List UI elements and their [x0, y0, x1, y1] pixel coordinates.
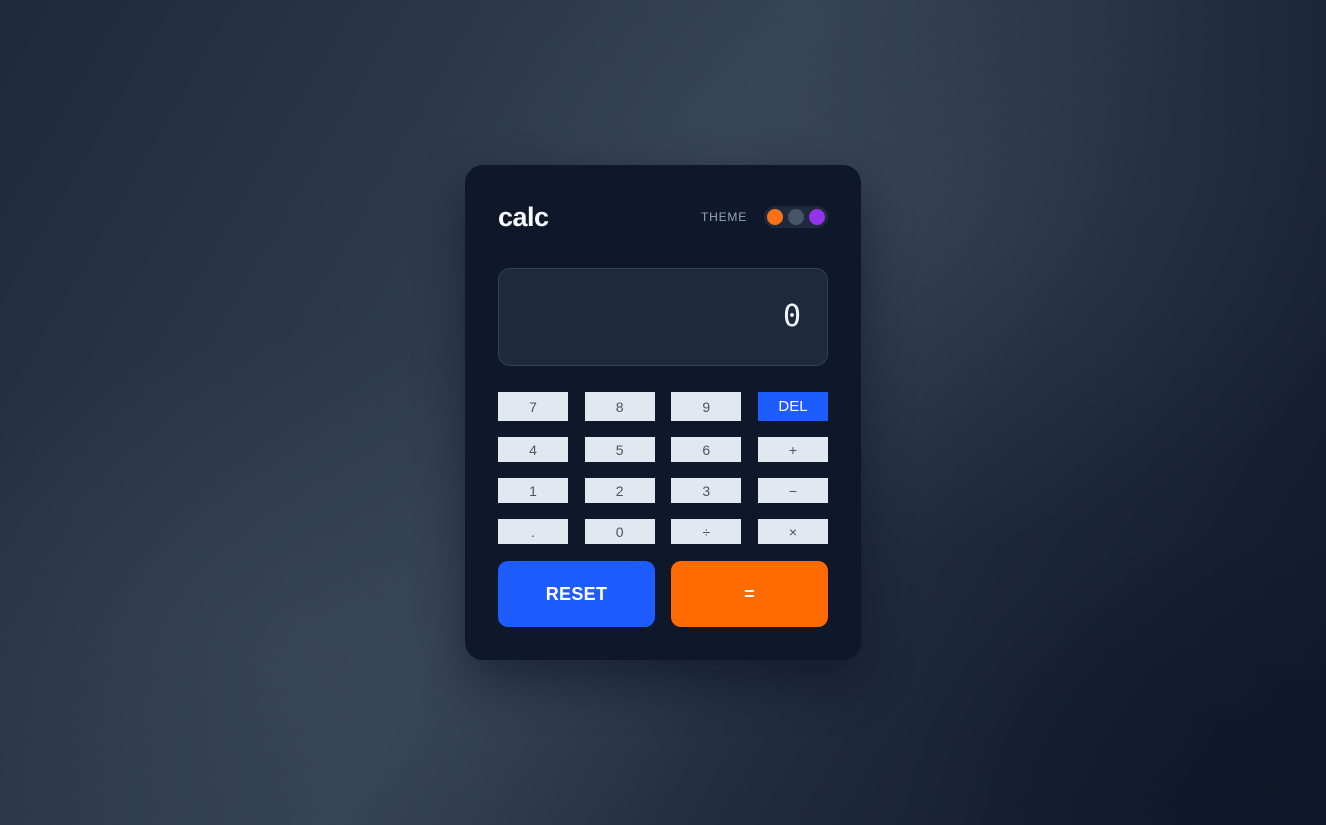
reset-button[interactable]: RESET: [498, 561, 655, 627]
key-6[interactable]: 6: [671, 437, 742, 462]
theme-option-gray[interactable]: [788, 209, 804, 225]
key-7[interactable]: 7: [498, 392, 568, 421]
key-4[interactable]: 4: [498, 437, 568, 462]
equals-button[interactable]: =: [671, 561, 828, 627]
subtract-button[interactable]: −: [757, 478, 828, 503]
theme-switcher: THEME: [701, 206, 828, 228]
key-1[interactable]: 1: [498, 478, 568, 503]
keypad: 7 8 9 DEL 4 5 6 + 1 2 3 − . 0 ÷ ×: [498, 392, 828, 560]
key-9[interactable]: 9: [671, 392, 742, 421]
key-0[interactable]: 0: [584, 519, 655, 544]
app-title: calc: [498, 201, 549, 232]
display-value: 0: [782, 299, 801, 334]
calculator-card: calc THEME 0 7 8 9 DEL 4 5 6 + 1 2 3 − .…: [465, 165, 861, 660]
key-2[interactable]: 2: [584, 478, 655, 503]
key-3[interactable]: 3: [671, 478, 742, 503]
keypad-row: 4 5 6 +: [498, 437, 828, 462]
keypad-row: 1 2 3 −: [498, 478, 828, 503]
theme-toggle[interactable]: [764, 206, 828, 228]
calculator-header: calc THEME: [498, 201, 828, 233]
theme-label: THEME: [701, 210, 747, 224]
action-row: RESET =: [498, 561, 828, 627]
delete-button[interactable]: DEL: [757, 392, 828, 421]
theme-option-purple[interactable]: [809, 209, 825, 225]
add-button[interactable]: +: [757, 437, 828, 462]
theme-option-orange[interactable]: [767, 209, 783, 225]
key-8[interactable]: 8: [584, 392, 655, 421]
key-5[interactable]: 5: [584, 437, 655, 462]
keypad-row: . 0 ÷ ×: [498, 519, 828, 544]
multiply-button[interactable]: ×: [757, 519, 828, 544]
display-screen: 0: [498, 268, 828, 366]
decimal-button[interactable]: .: [498, 519, 568, 544]
divide-button[interactable]: ÷: [671, 519, 742, 544]
keypad-row: 7 8 9 DEL: [498, 392, 828, 421]
